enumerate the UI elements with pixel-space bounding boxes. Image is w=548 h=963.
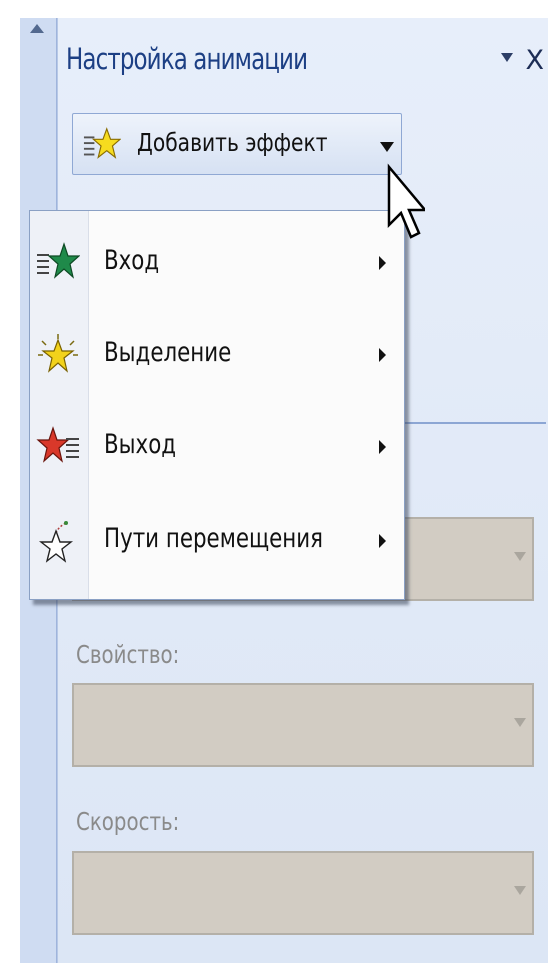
emphasis-star-icon — [38, 334, 78, 373]
close-icon[interactable]: X — [526, 45, 545, 76]
add-effect-menu: Вход Выделение Выход Пути перемещения — [29, 210, 405, 600]
entrance-star-icon — [37, 242, 80, 279]
exit-star-icon — [36, 426, 79, 463]
menu-item-entrance[interactable]: Вход — [30, 219, 404, 309]
add-effect-label: Добавить эффект — [137, 128, 328, 157]
menu-item-exit[interactable]: Выход — [30, 403, 404, 493]
property-label: Свойство: — [76, 640, 180, 669]
scroll-up-icon[interactable] — [30, 24, 44, 33]
speed-label: Скорость: — [76, 807, 180, 836]
chevron-down-icon[interactable] — [514, 718, 526, 727]
property-select[interactable] — [72, 683, 534, 767]
menu-item-label: Выделение — [104, 337, 232, 368]
chevron-down-icon[interactable] — [514, 552, 526, 561]
menu-item-label: Вход — [104, 245, 160, 276]
menu-item-label: Выход — [104, 429, 177, 460]
menu-item-label: Пути перемещения — [104, 523, 324, 554]
submenu-arrow-icon — [379, 534, 386, 548]
speed-select[interactable] — [72, 851, 534, 935]
menu-item-emphasis[interactable]: Выделение — [30, 311, 404, 401]
mouse-cursor-icon — [387, 163, 425, 239]
pane-title: Настройка анимации — [66, 42, 308, 76]
menu-item-motion-paths[interactable]: Пути перемещения — [30, 497, 404, 587]
pane-options-icon[interactable] — [501, 53, 513, 62]
submenu-arrow-icon — [379, 348, 386, 362]
motion-path-star-icon — [38, 521, 74, 563]
submenu-arrow-icon — [379, 440, 386, 454]
chevron-down-icon[interactable] — [514, 886, 526, 895]
add-effect-star-icon — [83, 127, 121, 159]
chevron-down-icon[interactable] — [380, 142, 394, 152]
add-effect-button[interactable]: Добавить эффект — [72, 113, 402, 175]
